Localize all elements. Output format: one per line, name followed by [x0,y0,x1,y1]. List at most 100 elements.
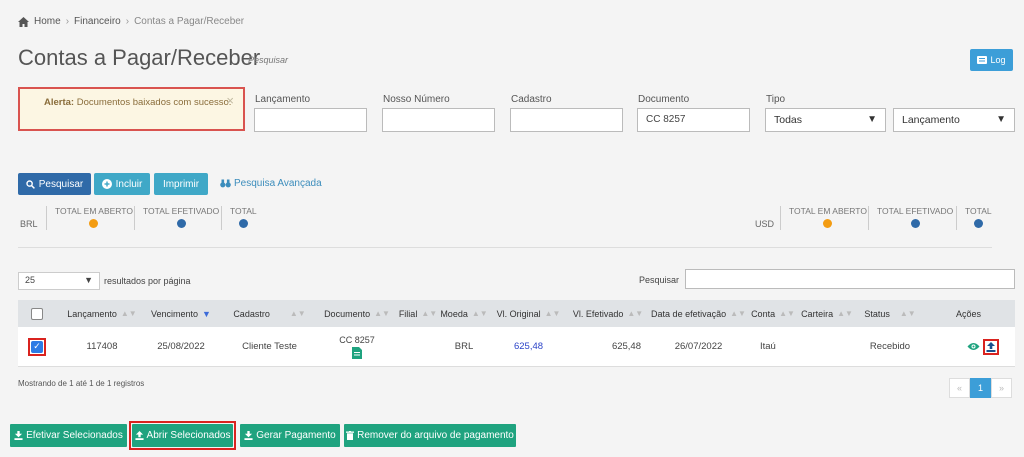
tipo-label: Tipo [766,94,786,105]
plus-circle-icon[interactable] [823,219,833,228]
cell-vl-original[interactable]: 625,48 [488,327,569,366]
efetivar-label: Efetivar Selecionados [26,430,123,441]
pagination-prev[interactable]: « [949,378,970,398]
th-vl-original[interactable]: Vl. Original ▲▼ [488,300,569,327]
cell-documento: CC 8257 [318,327,396,366]
nosso-numero-input[interactable] [382,108,495,132]
per-page-select[interactable]: 25 ▼ [18,272,100,290]
plus-circle-icon[interactable] [910,219,920,228]
documento-input[interactable]: CC 8257 [637,108,750,132]
th-documento[interactable]: Documento ▲▼ [318,300,396,327]
sort-icon: ▲▼ [374,309,390,318]
th-vencimento[interactable]: Vencimento ▼ [141,300,221,327]
cadastro-input[interactable] [510,108,623,132]
breadcrumb-home[interactable]: Home [34,16,61,27]
close-icon[interactable]: × [226,94,234,107]
th-acoes: Ações [955,308,981,319]
pesquisa-avancada-label: Pesquisa Avançada [234,178,322,189]
nosso-numero-label: Nosso Número [383,94,450,105]
table-header: Lançamento ▲▼ Vencimento ▼ Cadastro ▲▼ Docu… [18,300,1015,327]
gerar-pagamento-button[interactable]: Gerar Pagamento [240,424,340,447]
plus-circle-icon[interactable] [176,219,186,228]
download-icon [244,431,253,440]
breadcrumb-financeiro[interactable]: Financeiro [74,16,121,27]
plus-circle-icon[interactable] [238,219,248,228]
abrir-selecionados-button[interactable]: Abrir Selecionados [132,424,233,447]
sort-desc-icon: ▼ [202,308,211,319]
cell-cadastro: Cliente Teste [242,341,297,352]
remover-arquivo-button[interactable]: Remover do arquivo de pagamento [344,424,516,447]
plus-circle-icon [101,179,112,189]
total-brl: TOTAL [221,206,265,230]
cell-data-efetivacao: 26/07/2022 [674,341,723,352]
data-tipo-select[interactable]: Lançamento ▼ [893,108,1015,132]
document-icon[interactable] [352,346,362,359]
pesquisa-avancada-link[interactable]: Pesquisa Avançada [220,178,322,189]
table-search-input[interactable] [685,269,1015,289]
th-carteira[interactable]: Carteira ▲▼ [796,300,858,327]
th-data-efetivacao[interactable]: Data de efetivação ▲▼ [647,300,750,327]
total-usd: TOTAL [956,206,1000,230]
log-label: Log [990,55,1006,65]
cell-status: Recebido [869,341,911,352]
documento-label: Documento [638,94,690,105]
incluir-button[interactable]: Incluir [94,173,150,195]
plus-circle-icon[interactable] [973,219,983,228]
imprimir-button[interactable]: Imprimir [154,173,208,195]
data-tipo-value: Lançamento [902,114,960,126]
th-vl-efetivado[interactable]: Vl. Efetivado ▲▼ [569,300,647,327]
totals-currency-usd: USD [755,219,775,229]
total-label: TOTAL [965,206,992,216]
th-cadastro[interactable]: Cadastro ▲▼ [221,300,318,327]
total-aberto-label: TOTAL EM ABERTO [55,206,133,216]
total-efetivado-usd: TOTAL EFETIVADO [868,206,961,230]
total-aberto-usd: TOTAL EM ABERTO [780,206,875,230]
records-info: Mostrando de 1 até 1 de 1 registros [18,379,145,388]
total-efetivado-label: TOTAL EFETIVADO [877,206,954,216]
remover-label: Remover do arquivo de pagamento [357,430,514,441]
alert-text: Alerta: Documentos baixados com sucesso. [30,97,233,109]
sort-icon: ▲▼ [120,309,137,318]
per-page-value: 25 [25,275,36,285]
lancamento-label: Lançamento [255,94,311,105]
row-checkbox[interactable]: ✓ [31,340,43,353]
tipo-select[interactable]: Todas ▼ [765,108,886,132]
pagination-next[interactable]: » [991,378,1012,398]
th-moeda[interactable]: Moeda ▲▼ [440,300,488,327]
table-row[interactable]: ✓ 117408 25/08/2022 Cliente Teste CC 825… [18,327,1015,367]
cell-filial [396,327,440,366]
th-filial[interactable]: Filial ▲▼ [396,300,440,327]
select-all-cell [18,300,56,327]
title-search-link[interactable]: Pesquisar [248,55,288,65]
log-button[interactable]: Log [970,49,1013,71]
breadcrumb-separator: › [65,16,70,27]
pesquisar-label: Pesquisar [38,178,84,190]
alert-strong: Alerta: [44,97,75,108]
row-checkbox-highlight: ✓ [28,337,46,356]
select-all-checkbox[interactable] [31,307,43,320]
breadcrumb-separator: › [125,16,130,27]
sort-icon: ▲▼ [471,309,488,318]
pagination-page-1[interactable]: 1 [970,378,991,398]
eye-icon[interactable] [967,342,980,351]
plus-circle-icon[interactable] [89,219,99,228]
efetivar-selecionados-button[interactable]: Efetivar Selecionados [10,424,127,447]
pesquisar-button[interactable]: Pesquisar [18,173,91,195]
home-icon[interactable] [18,16,29,27]
th-status[interactable]: Status ▲▼ [858,300,922,327]
sort-icon: ▲▼ [837,309,853,318]
lancamento-input[interactable] [254,108,367,132]
binoculars-icon [220,179,231,188]
sort-icon: ▲▼ [779,309,795,318]
alert-message: Documentos baixados com sucesso. [76,97,232,108]
page-title: Contas a Pagar/Receber [18,45,261,70]
cell-vl-efetivado: 625,48 [611,341,641,352]
chevron-down-icon: ▼ [867,114,877,125]
upload-icon[interactable] [986,341,996,352]
divider [18,247,992,248]
per-page-label: resultados por página [104,276,191,286]
th-lancamento[interactable]: Lançamento ▲▼ [63,300,141,327]
upload-action-highlight [983,338,999,355]
th-conta[interactable]: Conta ▲▼ [750,300,796,327]
search-icon [26,179,35,189]
